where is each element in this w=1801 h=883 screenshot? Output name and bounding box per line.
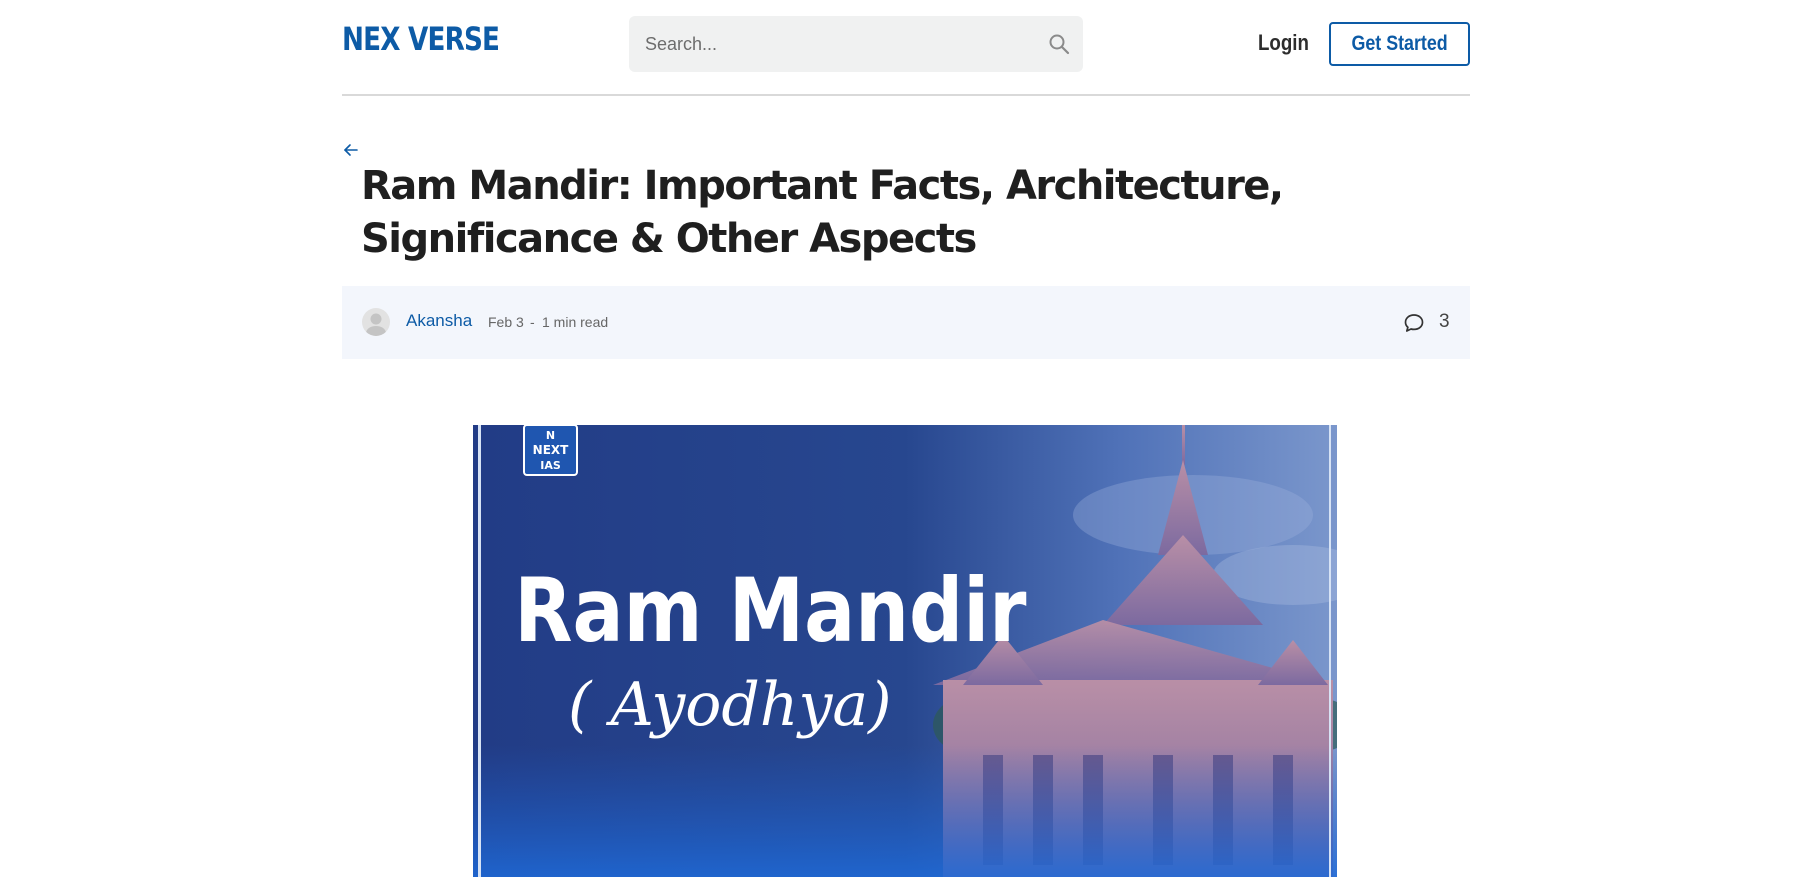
hero-subline: ( Ayodhya) <box>568 670 892 740</box>
comment-count[interactable]: 3 <box>1439 311 1450 333</box>
site-header: NEX VERSE Login Get Started <box>342 0 1470 96</box>
badge-ias-text: IAS <box>540 459 561 472</box>
hero-image: N NEXT IAS Ram Mandir ( Ayodhya) <box>473 425 1337 877</box>
article-meta-bar: Akansha Feb 3 - 1 min read 3 <box>342 286 1470 359</box>
hero-image-graphic: N NEXT IAS Ram Mandir ( Ayodhya) <box>473 425 1337 877</box>
meta-separator: - <box>530 314 535 330</box>
back-arrow-icon[interactable] <box>342 141 360 159</box>
login-link[interactable]: Login <box>1258 30 1309 56</box>
badge-logo-text: N <box>546 429 555 442</box>
site-logo[interactable]: NEX VERSE <box>342 20 500 58</box>
hero-headline: Ram Mandir <box>514 561 1027 663</box>
publish-date: Feb 3 <box>488 314 524 330</box>
author-name[interactable]: Akansha <box>406 311 472 331</box>
avatar-icon[interactable] <box>362 308 390 336</box>
search-input[interactable] <box>629 16 1029 72</box>
get-started-label: Get Started <box>1351 32 1448 55</box>
read-time: 1 min read <box>542 314 609 330</box>
search-box <box>629 16 1083 72</box>
search-icon[interactable] <box>1047 32 1071 56</box>
get-started-button[interactable]: Get Started <box>1329 22 1470 66</box>
badge-next-text: NEXT <box>533 443 569 457</box>
article-title: Ram Mandir: Important Facts, Architectur… <box>361 163 1284 262</box>
comment-icon[interactable] <box>1403 312 1425 334</box>
